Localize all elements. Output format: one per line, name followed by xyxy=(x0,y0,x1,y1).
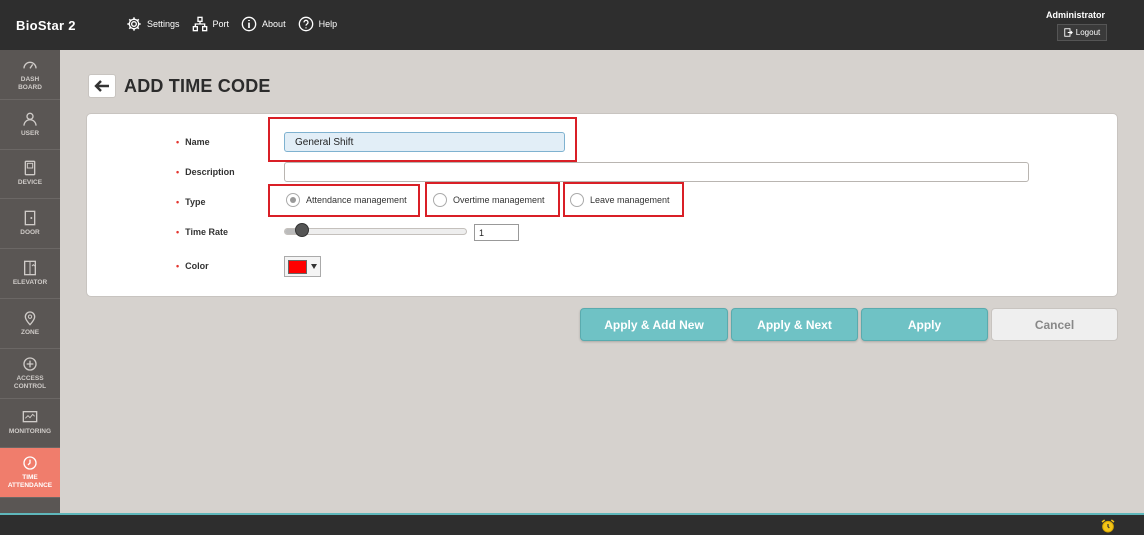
type-label-text: Type xyxy=(185,197,206,207)
time-rate-input[interactable]: 1 xyxy=(474,224,519,241)
monitoring-icon xyxy=(22,411,38,423)
port-label: Port xyxy=(212,19,230,29)
sidebar: DASH BOARD USER DEVICE DOOR ELEVATOR ZON… xyxy=(0,50,60,513)
description-input[interactable] xyxy=(284,162,1029,182)
page-title: ADD TIME CODE xyxy=(124,76,271,96)
settings-label: Settings xyxy=(147,19,180,29)
sidebar-item-label: DOOR xyxy=(20,229,40,237)
dashboard-icon xyxy=(23,61,37,69)
app-title: BioStar 2 xyxy=(16,18,76,33)
sidebar-item-zone[interactable]: ZONE xyxy=(0,299,60,349)
radio-label: Leave management xyxy=(590,195,670,205)
name-input[interactable]: General Shift xyxy=(284,132,565,152)
port-link[interactable]: Port xyxy=(192,16,230,32)
required-marker: • xyxy=(176,167,180,177)
cancel-button[interactable]: Cancel xyxy=(991,308,1118,341)
logout-button[interactable]: Logout xyxy=(1057,24,1107,41)
sidebar-item-time-attendance[interactable]: TIME ATTENDANCE xyxy=(0,448,60,499)
sidebar-item-device[interactable]: DEVICE xyxy=(0,150,60,200)
sidebar-item-monitoring[interactable]: MONITORING xyxy=(0,399,60,449)
name-label: • Name xyxy=(176,137,210,147)
sidebar-item-label: TIME xyxy=(22,474,38,482)
logout-icon xyxy=(1064,28,1073,37)
radio-circle[interactable] xyxy=(433,193,447,207)
top-nav: Settings Port About Help xyxy=(126,16,349,32)
help-icon xyxy=(298,16,313,32)
zone-icon xyxy=(24,311,36,326)
radio-circle[interactable] xyxy=(286,193,300,207)
sidebar-item-label: ZONE xyxy=(20,328,40,336)
bottom-bar xyxy=(0,513,1144,535)
network-icon xyxy=(192,16,207,32)
access-control-icon xyxy=(23,357,37,371)
sidebar-item-user[interactable]: USER xyxy=(0,100,60,150)
apply-next-button[interactable]: Apply & Next xyxy=(731,308,858,341)
arrow-left-icon xyxy=(94,80,109,92)
back-button[interactable] xyxy=(88,74,116,98)
required-marker: • xyxy=(176,137,180,147)
type-radio-attendance[interactable]: Attendance management xyxy=(286,193,407,207)
sidebar-item-label: ELEVATOR xyxy=(12,279,48,287)
sidebar-item-label: ACCESS xyxy=(16,374,44,382)
description-label: • Description xyxy=(176,167,235,177)
radio-label: Overtime management xyxy=(453,195,545,205)
door-icon xyxy=(24,210,36,226)
clock-icon xyxy=(23,456,37,470)
user-icon xyxy=(23,112,37,126)
sidebar-item-label: BOARD xyxy=(18,83,42,91)
type-label: • Type xyxy=(176,197,206,207)
gear-icon xyxy=(127,17,141,31)
type-radio-overtime[interactable]: Overtime management xyxy=(433,193,545,207)
sidebar-item-label: MONITORING xyxy=(8,428,52,436)
help-label: Help xyxy=(318,19,338,29)
required-marker: • xyxy=(176,261,180,271)
color-swatch xyxy=(288,259,307,274)
radio-label: Attendance management xyxy=(306,195,407,205)
about-link[interactable]: About xyxy=(241,16,286,32)
help-link[interactable]: Help xyxy=(298,16,338,32)
name-label-text: Name xyxy=(185,137,210,147)
time-rate-label-text: Time Rate xyxy=(185,227,229,237)
sidebar-item-label: DASH xyxy=(20,75,40,83)
radio-circle[interactable] xyxy=(570,193,584,207)
apply-add-new-button[interactable]: Apply & Add New xyxy=(580,308,728,341)
sidebar-item-label: USER xyxy=(20,129,40,137)
device-icon xyxy=(24,161,36,176)
time-rate-slider[interactable] xyxy=(284,228,467,235)
apply-button[interactable]: Apply xyxy=(861,308,988,341)
color-label-text: Color xyxy=(185,261,209,271)
top-bar: BioStar 2 Settings Port About Help Admin… xyxy=(0,0,1144,50)
logout-label: Logout xyxy=(1075,28,1101,37)
sidebar-item-access-control[interactable]: ACCESS CONTROL xyxy=(0,349,60,399)
color-label: • Color xyxy=(176,261,209,271)
user-name: Administrator xyxy=(1045,10,1105,20)
required-marker: • xyxy=(176,197,180,207)
description-label-text: Description xyxy=(185,167,235,177)
info-icon xyxy=(241,16,257,32)
sidebar-item-elevator[interactable]: ELEVATOR xyxy=(0,249,60,299)
sidebar-item-label: ATTENDANCE xyxy=(7,482,53,490)
caret-down-icon xyxy=(311,264,317,269)
time-rate-label: • Time Rate xyxy=(176,227,228,237)
sidebar-item-dashboard[interactable]: DASH BOARD xyxy=(0,50,60,100)
color-picker[interactable] xyxy=(284,256,321,277)
elevator-icon xyxy=(24,260,36,276)
alarm-clock-icon[interactable] xyxy=(1100,518,1116,534)
required-marker: • xyxy=(176,227,180,237)
type-radio-leave[interactable]: Leave management xyxy=(570,193,670,207)
sidebar-item-label: DEVICE xyxy=(17,179,43,187)
settings-link[interactable]: Settings xyxy=(126,16,180,32)
about-label: About xyxy=(262,19,286,29)
sidebar-item-label: CONTROL xyxy=(13,382,47,390)
sidebar-item-door[interactable]: DOOR xyxy=(0,199,60,250)
